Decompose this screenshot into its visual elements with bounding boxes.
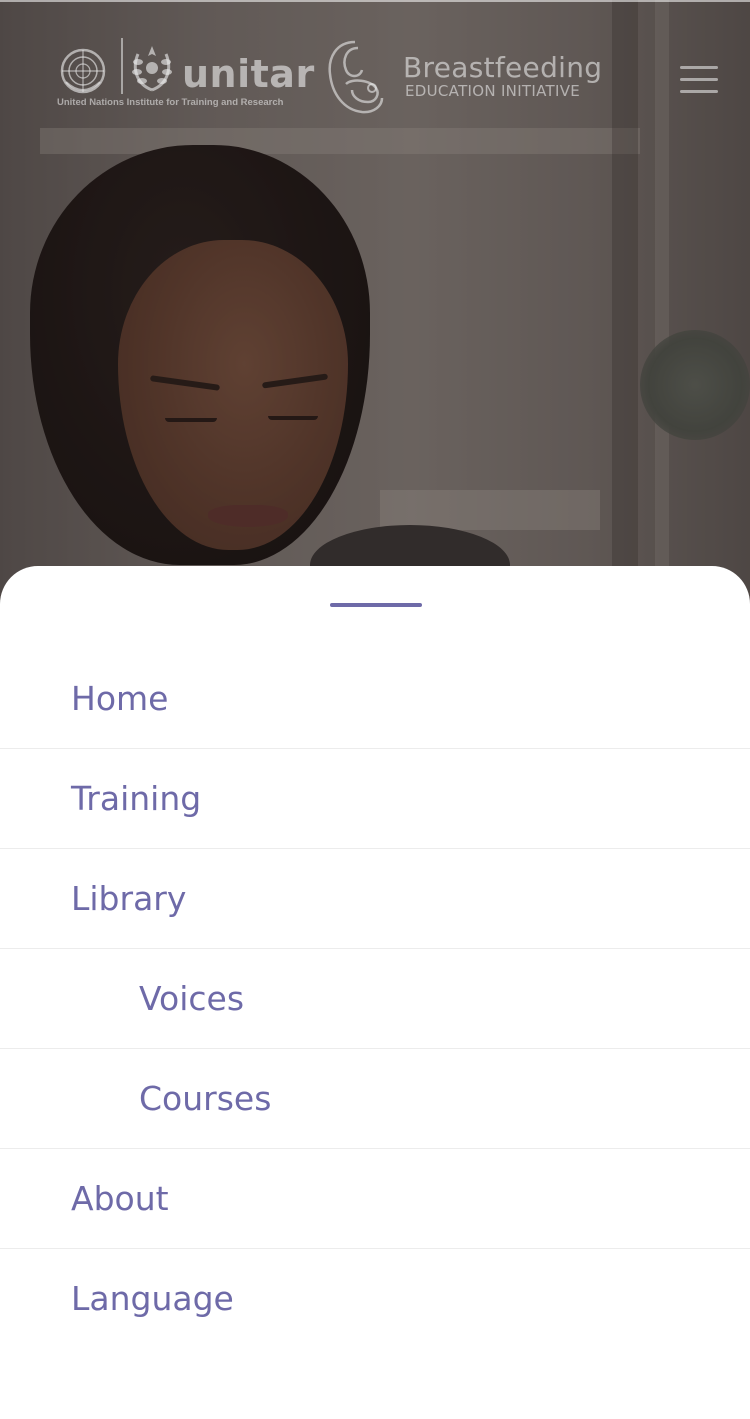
status-edge: [0, 0, 750, 2]
un-emblem-icon: [58, 46, 108, 96]
menu-item-label: Courses: [139, 1079, 272, 1118]
navigation-menu: Home Training Library Voices Courses Abo…: [0, 649, 750, 1349]
menu-item-courses[interactable]: Courses: [0, 1049, 750, 1149]
menu-item-label: Home: [71, 679, 169, 718]
menu-item-label: Library: [71, 879, 187, 918]
hamburger-menu-icon[interactable]: [676, 62, 720, 98]
sheet-drag-handle[interactable]: [330, 603, 422, 607]
menu-item-label: Voices: [139, 979, 245, 1018]
program-subtitle: EDUCATION INITIATIVE: [405, 82, 581, 100]
menu-item-library[interactable]: Library: [0, 849, 750, 949]
menu-item-label: Language: [71, 1279, 234, 1318]
page: unitar United Nations Institute for Trai…: [0, 0, 750, 1419]
menu-item-voices[interactable]: Voices: [0, 949, 750, 1049]
unitar-subtitle: United Nations Institute for Training an…: [57, 97, 284, 108]
logo-divider: [121, 38, 123, 94]
navigation-sheet: Home Training Library Voices Courses Abo…: [0, 566, 750, 1419]
menu-item-language[interactable]: Language: [0, 1249, 750, 1349]
program-title: Breastfeeding: [403, 51, 603, 84]
menu-item-home[interactable]: Home: [0, 649, 750, 749]
menu-item-about[interactable]: About: [0, 1149, 750, 1249]
mother-child-icon: [322, 38, 388, 116]
unitar-wordmark: unitar: [182, 52, 315, 96]
menu-item-label: Training: [71, 779, 202, 818]
menu-item-label: About: [71, 1179, 169, 1218]
menu-item-training[interactable]: Training: [0, 749, 750, 849]
unitar-wreath-icon: [128, 40, 176, 92]
